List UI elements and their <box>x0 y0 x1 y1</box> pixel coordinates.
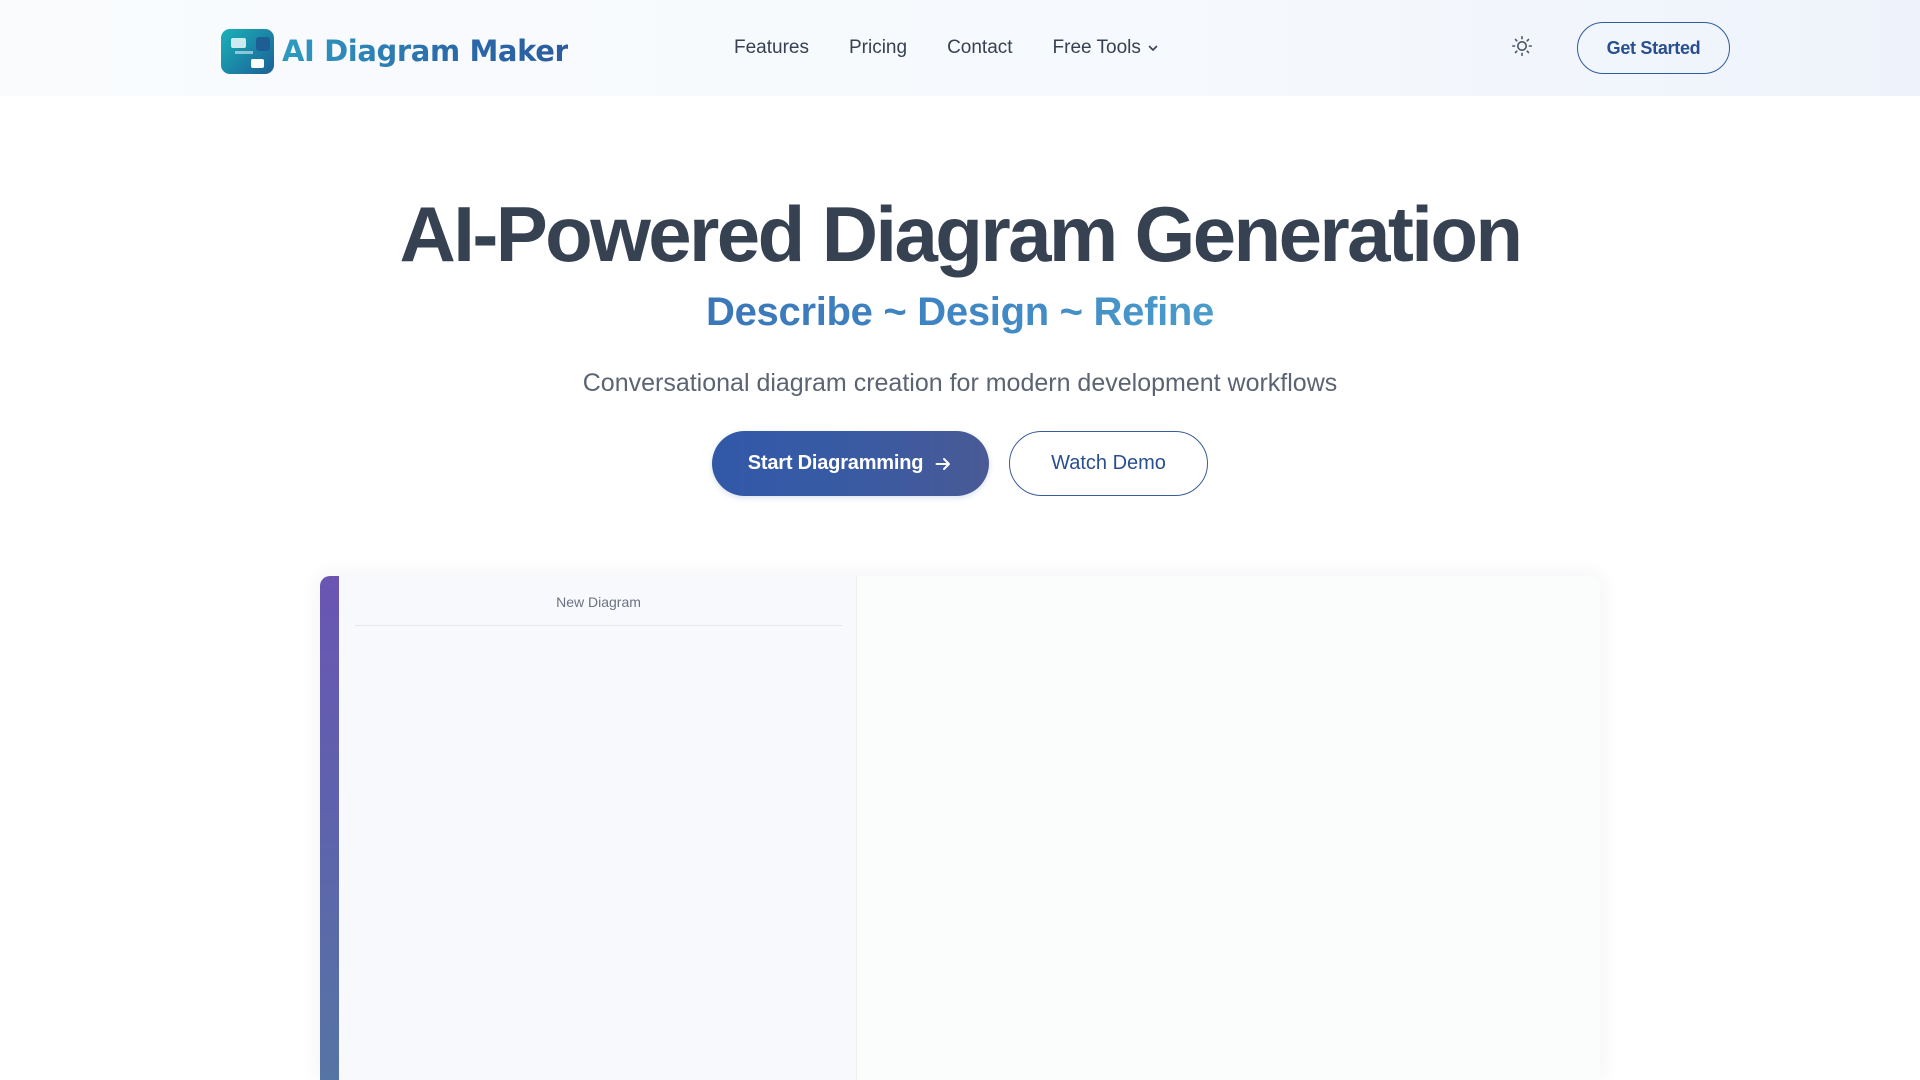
nav-link-free-tools-label: Free Tools <box>1052 37 1141 58</box>
hero-tagline: Describe ~ Design ~ Refine <box>0 286 1920 338</box>
hero-subtitle: Conversational diagram creation for mode… <box>582 369 1338 397</box>
diagram-canvas[interactable] <box>857 576 1600 1080</box>
nav-link-contact[interactable]: Contact <box>947 37 1012 59</box>
logo[interactable]: AI Diagram Maker <box>221 28 569 74</box>
start-diagramming-label: Start Diagramming <box>747 452 924 474</box>
chevron-down-icon <box>1147 42 1159 54</box>
preview-sidebar: New Diagram <box>339 576 857 1080</box>
app-preview: New Diagram <box>320 576 1600 1080</box>
nav-link-pricing[interactable]: Pricing <box>849 37 907 59</box>
hero-tagline-text: Describe ~ Design ~ Refine <box>706 290 1214 334</box>
arrow-right-icon <box>933 454 953 474</box>
sidebar-title: New Diagram <box>355 594 842 626</box>
logo-icon <box>221 28 274 74</box>
main-nav: Features Pricing Contact Free Tools <box>734 34 1159 62</box>
nav-link-features[interactable]: Features <box>734 37 809 59</box>
get-started-button[interactable]: Get Started <box>1577 22 1730 74</box>
preview-accent-bar <box>320 576 339 1080</box>
sun-icon <box>1511 35 1533 62</box>
nav-link-free-tools[interactable]: Free Tools <box>1053 37 1159 59</box>
logo-text: AI Diagram Maker <box>282 34 569 68</box>
site-header: AI Diagram Maker Features Pricing Contac… <box>0 0 1920 96</box>
watch-demo-button[interactable]: Watch Demo <box>1009 431 1208 496</box>
hero-title: AI-Powered Diagram Generation <box>399 190 1523 278</box>
start-diagramming-button[interactable]: Start Diagramming <box>712 431 989 496</box>
theme-toggle-button[interactable] <box>1509 35 1535 61</box>
